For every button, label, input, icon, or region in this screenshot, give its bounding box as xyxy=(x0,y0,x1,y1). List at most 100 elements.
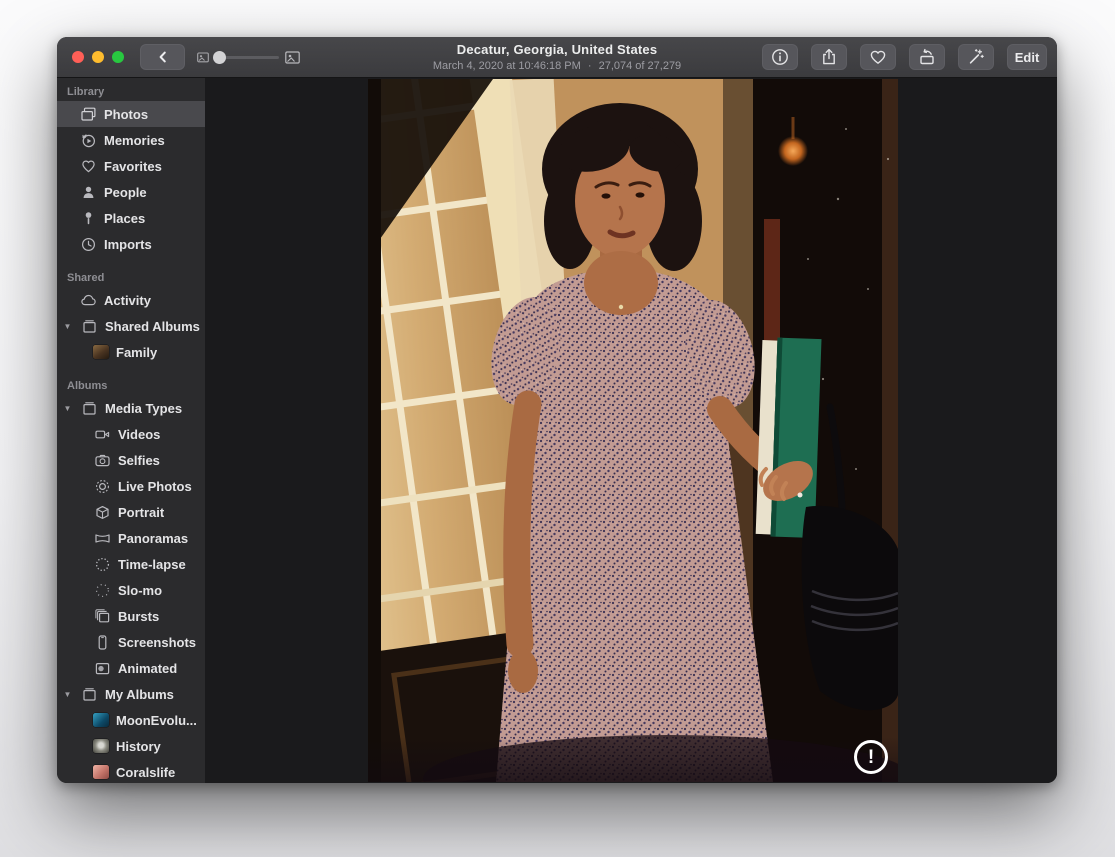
sidebar-item-label: History xyxy=(116,739,161,754)
memories-icon xyxy=(79,132,97,149)
coralslife-album-thumbnail xyxy=(93,765,109,779)
info-icon xyxy=(770,47,790,67)
photo-image xyxy=(368,79,898,782)
load-error-badge[interactable]: ! xyxy=(854,740,888,774)
photo-date: March 4, 2020 at 10:46:18 PM xyxy=(433,60,581,72)
disclosure-triangle[interactable]: ▼ xyxy=(62,404,73,413)
auto-enhance-button[interactable] xyxy=(958,44,994,70)
favorite-button[interactable] xyxy=(860,44,896,70)
sidebar: Library Photos Memories Favorites xyxy=(57,78,205,783)
sidebar-item-label: Photos xyxy=(104,107,148,122)
sidebar-item-slo-mo[interactable]: Slo-mo xyxy=(57,577,205,603)
moonevolu-album-thumbnail xyxy=(93,713,109,727)
disclosure-triangle[interactable]: ▼ xyxy=(62,690,73,699)
sidebar-item-screenshots[interactable]: Screenshots xyxy=(57,629,205,655)
traffic-lights xyxy=(72,51,124,63)
sidebar-item-coralslife[interactable]: Coralslife xyxy=(57,759,205,783)
info-button[interactable] xyxy=(762,44,798,70)
titlebar: Decatur, Georgia, United States March 4,… xyxy=(57,37,1057,78)
history-album-thumbnail xyxy=(93,739,109,753)
fullscreen-window-button[interactable] xyxy=(112,51,124,63)
sidebar-item-panoramas[interactable]: Panoramas xyxy=(57,525,205,551)
zoom-out-image-icon xyxy=(197,52,209,63)
sidebar-item-my-albums[interactable]: ▼ My Albums xyxy=(57,681,205,707)
window-body: Library Photos Memories Favorites xyxy=(57,78,1057,783)
sidebar-item-places[interactable]: Places xyxy=(57,205,205,231)
zoom-slider[interactable] xyxy=(179,47,300,67)
sidebar-item-history[interactable]: History xyxy=(57,733,205,759)
sidebar-item-label: Live Photos xyxy=(118,479,192,494)
sidebar-item-animated[interactable]: Animated xyxy=(57,655,205,681)
minimize-window-button[interactable] xyxy=(92,51,104,63)
sidebar-item-label: Videos xyxy=(118,427,160,442)
slo-mo-icon xyxy=(93,582,111,599)
sidebar-item-label: Family xyxy=(116,345,157,360)
zoom-slider-track[interactable] xyxy=(215,56,279,59)
bursts-icon xyxy=(93,608,111,625)
cloud-icon xyxy=(79,292,97,309)
sidebar-item-label: MoonEvolu... xyxy=(116,713,197,728)
photo-count: 27,074 of 27,279 xyxy=(599,60,682,72)
sidebar-header-shared: Shared xyxy=(57,268,205,287)
sidebar-item-media-types[interactable]: ▼ Media Types xyxy=(57,395,205,421)
sidebar-item-label: Slo-mo xyxy=(118,583,162,598)
sidebar-item-label: Animated xyxy=(118,661,177,676)
sidebar-item-label: Shared Albums xyxy=(105,319,200,334)
sidebar-item-moonevolu[interactable]: MoonEvolu... xyxy=(57,707,205,733)
zoom-slider-knob[interactable] xyxy=(213,51,226,64)
sidebar-item-label: Panoramas xyxy=(118,531,188,546)
sidebar-item-live-photos[interactable]: Live Photos xyxy=(57,473,205,499)
sidebar-item-imports[interactable]: Imports xyxy=(57,231,205,257)
sidebar-item-photos[interactable]: Photos xyxy=(57,101,205,127)
photo-subtitle: March 4, 2020 at 10:46:18 PM · 27,074 of… xyxy=(431,60,683,72)
photo-location-title: Decatur, Georgia, United States xyxy=(431,42,683,57)
sidebar-item-shared-albums[interactable]: ▼ Shared Albums xyxy=(57,313,205,339)
sidebar-item-label: Selfies xyxy=(118,453,160,468)
sidebar-header-library: Library xyxy=(57,82,205,101)
rotate-button[interactable] xyxy=(909,44,945,70)
sidebar-item-people[interactable]: People xyxy=(57,179,205,205)
sidebar-item-label: Places xyxy=(104,211,145,226)
photo-viewer-area: ! xyxy=(205,78,1057,783)
magic-wand-icon xyxy=(966,47,986,67)
animated-icon xyxy=(93,660,111,677)
album-folder-icon xyxy=(80,318,98,335)
zoom-in-image-icon xyxy=(285,51,300,64)
sidebar-item-label: Coralslife xyxy=(116,765,175,780)
sidebar-item-portrait[interactable]: Portrait xyxy=(57,499,205,525)
heart-icon xyxy=(868,47,888,67)
chevron-left-icon xyxy=(155,49,171,65)
subtitle-separator: · xyxy=(588,60,592,72)
phone-icon xyxy=(93,634,111,651)
share-icon xyxy=(819,47,839,67)
sidebar-item-label: Imports xyxy=(104,237,152,252)
sidebar-item-label: People xyxy=(104,185,147,200)
desktop: { "window": { "title": "Decatur, Georgia… xyxy=(0,0,1115,857)
sidebar-item-time-lapse[interactable]: Time-lapse xyxy=(57,551,205,577)
toolbar: Edit xyxy=(762,44,1047,70)
sidebar-item-family[interactable]: Family xyxy=(57,339,205,365)
sidebar-item-label: Time-lapse xyxy=(118,557,186,572)
sidebar-item-activity[interactable]: Activity xyxy=(57,287,205,313)
album-folder-icon xyxy=(80,686,98,703)
sidebar-item-label: My Albums xyxy=(105,687,174,702)
panorama-icon xyxy=(93,530,111,547)
video-camera-icon xyxy=(93,426,111,443)
sidebar-item-videos[interactable]: Videos xyxy=(57,421,205,447)
sidebar-item-favorites[interactable]: Favorites xyxy=(57,153,205,179)
family-album-thumbnail xyxy=(93,345,109,359)
time-lapse-icon xyxy=(93,556,111,573)
sidebar-item-selfies[interactable]: Selfies xyxy=(57,447,205,473)
sidebar-item-label: Screenshots xyxy=(118,635,196,650)
sidebar-item-bursts[interactable]: Bursts xyxy=(57,603,205,629)
photos-app-window: Decatur, Georgia, United States March 4,… xyxy=(57,37,1057,783)
photo[interactable]: ! xyxy=(368,79,898,782)
close-window-button[interactable] xyxy=(72,51,84,63)
sidebar-item-memories[interactable]: Memories xyxy=(57,127,205,153)
sidebar-item-label: Portrait xyxy=(118,505,164,520)
share-button[interactable] xyxy=(811,44,847,70)
disclosure-triangle[interactable]: ▼ xyxy=(62,322,73,331)
rotate-icon xyxy=(917,47,937,67)
edit-button[interactable]: Edit xyxy=(1007,44,1047,70)
sidebar-item-label: Memories xyxy=(104,133,165,148)
